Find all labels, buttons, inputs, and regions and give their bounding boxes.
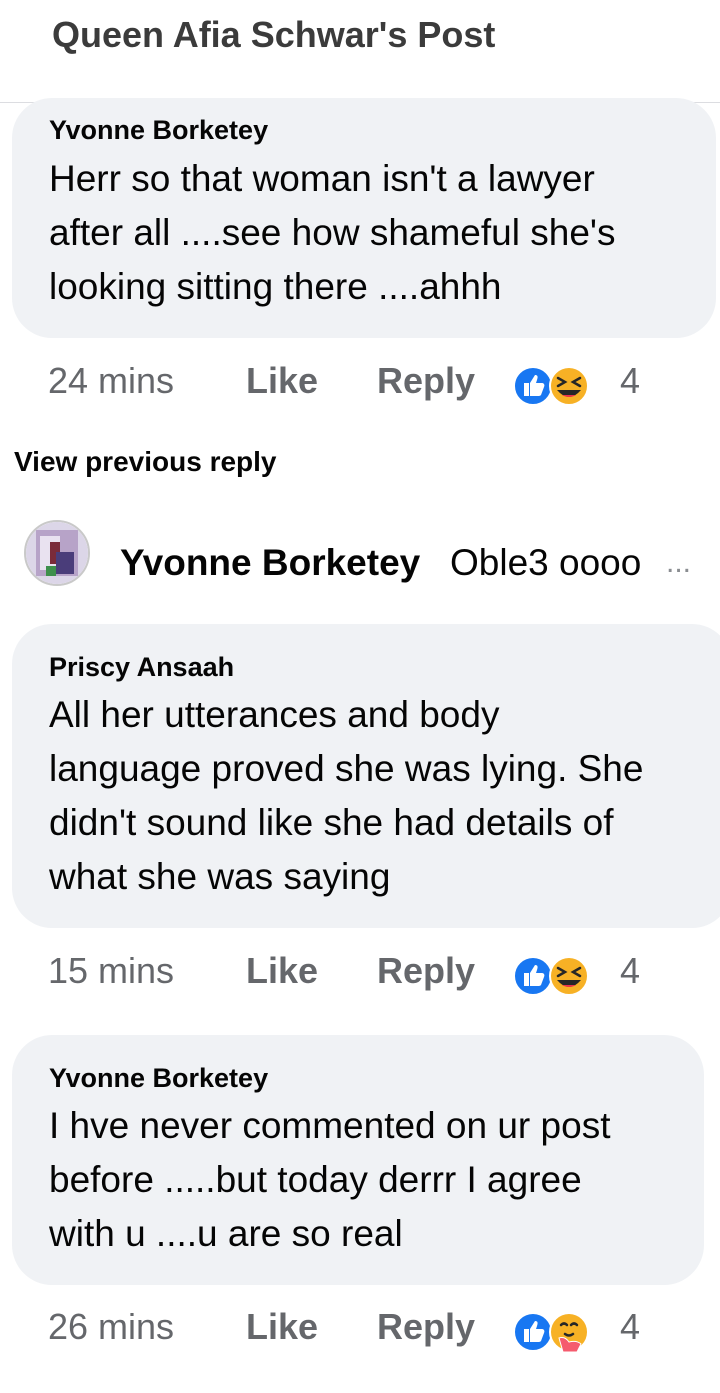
- comment-line: didn't sound like she had details of: [49, 802, 614, 843]
- reactions-summary[interactable]: [513, 364, 593, 408]
- avatar[interactable]: [24, 520, 90, 586]
- comment-line: after all ....see how shameful she's: [49, 212, 616, 253]
- like-button[interactable]: Like: [246, 950, 318, 992]
- comment-timestamp[interactable]: 24 mins: [48, 360, 174, 402]
- like-button[interactable]: Like: [246, 360, 318, 402]
- reactions-summary[interactable]: [513, 954, 593, 998]
- laughing-face-icon: [549, 366, 589, 406]
- comment-text: I hve never commented on ur post before …: [49, 1099, 610, 1261]
- avatar-image: [26, 522, 88, 584]
- comment-line: looking sitting there ....ahhh: [49, 266, 502, 307]
- post-header: Queen Afia Schwar's Post: [0, 0, 720, 103]
- comment-actions: 24 mins Like Reply 4: [48, 360, 668, 410]
- reply-button[interactable]: Reply: [377, 360, 475, 402]
- comment-author[interactable]: Priscy Ansaah: [49, 652, 234, 683]
- reply-button[interactable]: Reply: [377, 1306, 475, 1348]
- comment-bubble: Yvonne Borketey Herr so that woman isn't…: [12, 98, 716, 338]
- reaction-count[interactable]: 4: [620, 950, 640, 992]
- comment-line: Herr so that woman isn't a lawyer: [49, 158, 595, 199]
- comment-line: with u ....u are so real: [49, 1213, 403, 1254]
- comment-actions: 15 mins Like Reply 4: [48, 950, 668, 1000]
- reaction-count[interactable]: 4: [620, 360, 640, 402]
- reactions-summary[interactable]: [513, 1310, 593, 1354]
- more-ellipsis: ...: [666, 546, 692, 579]
- comment-bubble: Yvonne Borketey I hve never commented on…: [12, 1035, 704, 1285]
- comment-timestamp[interactable]: 15 mins: [48, 950, 174, 992]
- comment-line: All her utterances and body: [49, 694, 500, 735]
- comment-actions: 26 mins Like Reply 4: [48, 1306, 668, 1356]
- comment-author[interactable]: Yvonne Borketey: [49, 1063, 268, 1094]
- like-icon: [513, 956, 553, 996]
- like-icon: [513, 366, 553, 406]
- laughing-face-icon: [549, 956, 589, 996]
- reply-button[interactable]: Reply: [377, 950, 475, 992]
- comment-text: Herr so that woman isn't a lawyer after …: [49, 152, 615, 314]
- view-previous-reply-link[interactable]: View previous reply: [14, 446, 277, 478]
- reply-snippet: Oble3 oooo: [450, 542, 642, 583]
- like-button[interactable]: Like: [246, 1306, 318, 1348]
- comment-line: language proved she was lying. She: [49, 748, 644, 789]
- like-icon: [513, 1312, 553, 1352]
- comment-timestamp[interactable]: 26 mins: [48, 1306, 174, 1348]
- comment-author[interactable]: Yvonne Borketey: [49, 115, 268, 146]
- page-title: Queen Afia Schwar's Post: [52, 14, 496, 55]
- comment-text: All her utterances and body language pro…: [49, 688, 643, 904]
- comment-line: I hve never commented on ur post: [49, 1105, 611, 1146]
- comment-line: what she was saying: [49, 856, 391, 897]
- reaction-count[interactable]: 4: [620, 1306, 640, 1348]
- reply-author[interactable]: Yvonne Borketey: [120, 542, 420, 584]
- care-hug-face-icon: [549, 1312, 589, 1353]
- reply-preview[interactable]: Yvonne Borketey Oble3 oooo ...: [24, 520, 720, 590]
- comment-line: before .....but today derrr I agree: [49, 1159, 582, 1200]
- comment-bubble: Priscy Ansaah All her utterances and bod…: [12, 624, 720, 928]
